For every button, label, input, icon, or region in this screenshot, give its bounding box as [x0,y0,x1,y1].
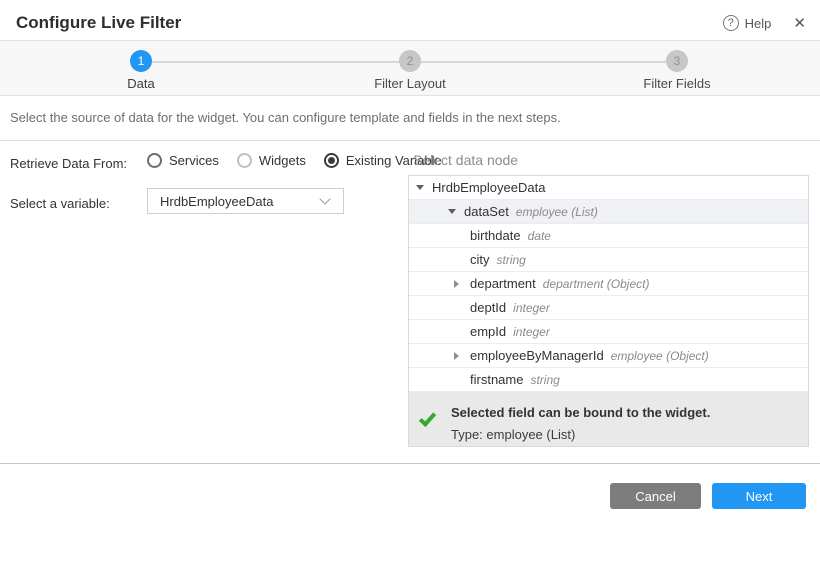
node-type: integer [513,325,550,339]
step-3-label: Filter Fields [617,76,737,91]
node-type: employee (Object) [611,349,709,363]
node-type: integer [513,301,550,315]
radio-existing-variable-circle [324,153,339,168]
selection-status-band: Selected field can be bound to the widge… [409,392,808,446]
step-filter-fields[interactable]: 3 Filter Fields [617,50,737,91]
node-type: string [497,253,526,267]
node-name: city [470,252,490,267]
node-name: firstname [470,372,523,387]
variable-select-value: HrdbEmployeeData [160,194,321,209]
node-type: string [530,373,559,387]
help-icon: ? [723,15,739,31]
status-message: Selected field can be bound to the widge… [451,405,710,420]
radio-services-label: Services [169,153,219,168]
check-icon [419,409,436,427]
retrieve-data-from-label: Retrieve Data From: [10,156,127,171]
caret-expanded-icon[interactable] [448,209,464,214]
node-name: dataSet [464,204,509,219]
tree-row-employeebymanagerid[interactable]: employeeByManagerId employee (Object) [409,344,808,368]
tree-row-deptid[interactable]: deptId integer [409,296,808,320]
radio-services-circle [147,153,162,168]
help-button[interactable]: ? Help [723,15,772,31]
retrieve-source-radio-group: Services Widgets Existing Variable [147,153,442,168]
node-name: empId [470,324,506,339]
footer-divider [0,463,820,464]
radio-services[interactable]: Services [147,153,219,168]
step-2-label: Filter Layout [350,76,470,91]
node-type: date [528,229,551,243]
caret-collapsed-icon[interactable] [454,280,470,288]
description-text: Select the source of data for the widget… [10,110,561,125]
radio-widgets-circle [237,153,252,168]
tree-row-birthdate[interactable]: birthdate date [409,224,808,248]
step-3-circle: 3 [666,50,688,72]
variable-select[interactable]: HrdbEmployeeData [147,188,344,214]
tree-row-empid[interactable]: empId integer [409,320,808,344]
step-filter-layout[interactable]: 2 Filter Layout [350,50,470,91]
caret-expanded-icon[interactable] [416,185,432,190]
description-band: Select the source of data for the widget… [0,96,820,141]
help-label: Help [745,16,772,31]
tree-row-department[interactable]: department department (Object) [409,272,808,296]
radio-widgets-label: Widgets [259,153,306,168]
status-type-info: Type: employee (List) [451,427,575,442]
node-name: department [470,276,536,291]
tree-row-hrdbemployeedata[interactable]: HrdbEmployeeData [409,176,808,200]
tree-row-dataset[interactable]: dataSet employee (List) [409,200,808,224]
step-data[interactable]: 1 Data [81,50,201,91]
next-button[interactable]: Next [712,483,806,509]
close-icon[interactable]: ✕ [793,14,806,32]
dialog-header: Configure Live Filter ? Help ✕ [0,0,820,41]
tree-row-firstname[interactable]: firstname string [409,368,808,392]
wizard-stepper: 1 Data 2 Filter Layout 3 Filter Fields [0,41,820,96]
step-1-circle: 1 [130,50,152,72]
select-variable-label: Select a variable: [10,196,110,211]
chevron-down-icon [319,193,330,204]
configure-live-filter-dialog: Configure Live Filter ? Help ✕ 1 Data 2 … [0,0,820,572]
data-node-tree: HrdbEmployeeData dataSet employee (List)… [408,175,809,447]
node-name: employeeByManagerId [470,348,604,363]
node-type: department (Object) [543,277,650,291]
cancel-button[interactable]: Cancel [610,483,701,509]
caret-collapsed-icon[interactable] [454,352,470,360]
node-name: deptId [470,300,506,315]
tree-row-city[interactable]: city string [409,248,808,272]
node-name: birthdate [470,228,521,243]
radio-widgets[interactable]: Widgets [237,153,306,168]
page-title: Configure Live Filter [16,13,181,33]
node-type: employee (List) [516,205,598,219]
node-name: HrdbEmployeeData [432,180,545,195]
step-2-circle: 2 [399,50,421,72]
step-1-label: Data [81,76,201,91]
select-data-node-header: Select data node [413,152,518,168]
